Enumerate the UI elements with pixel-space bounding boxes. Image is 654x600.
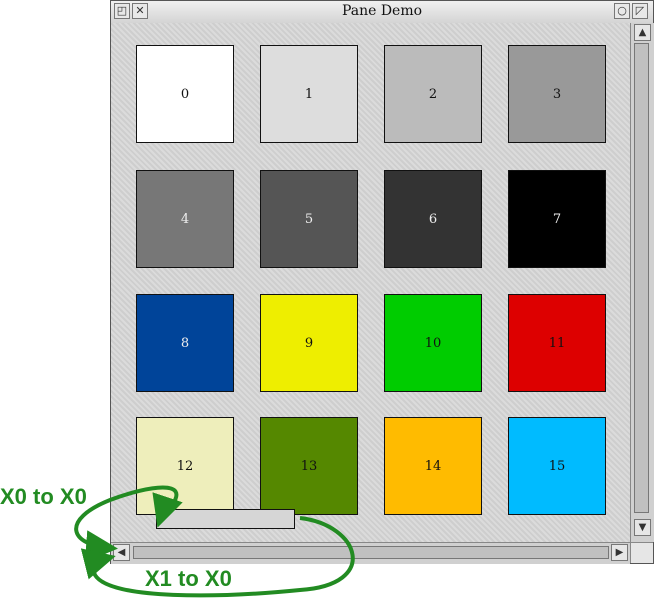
x1-to-x0-label: X1 to X0 bbox=[145, 566, 232, 591]
x0-to-x0-arrowhead-top bbox=[152, 492, 183, 528]
annotation-arrows bbox=[74, 485, 355, 598]
x0-to-x0-label: X0 to X0 bbox=[0, 484, 87, 509]
